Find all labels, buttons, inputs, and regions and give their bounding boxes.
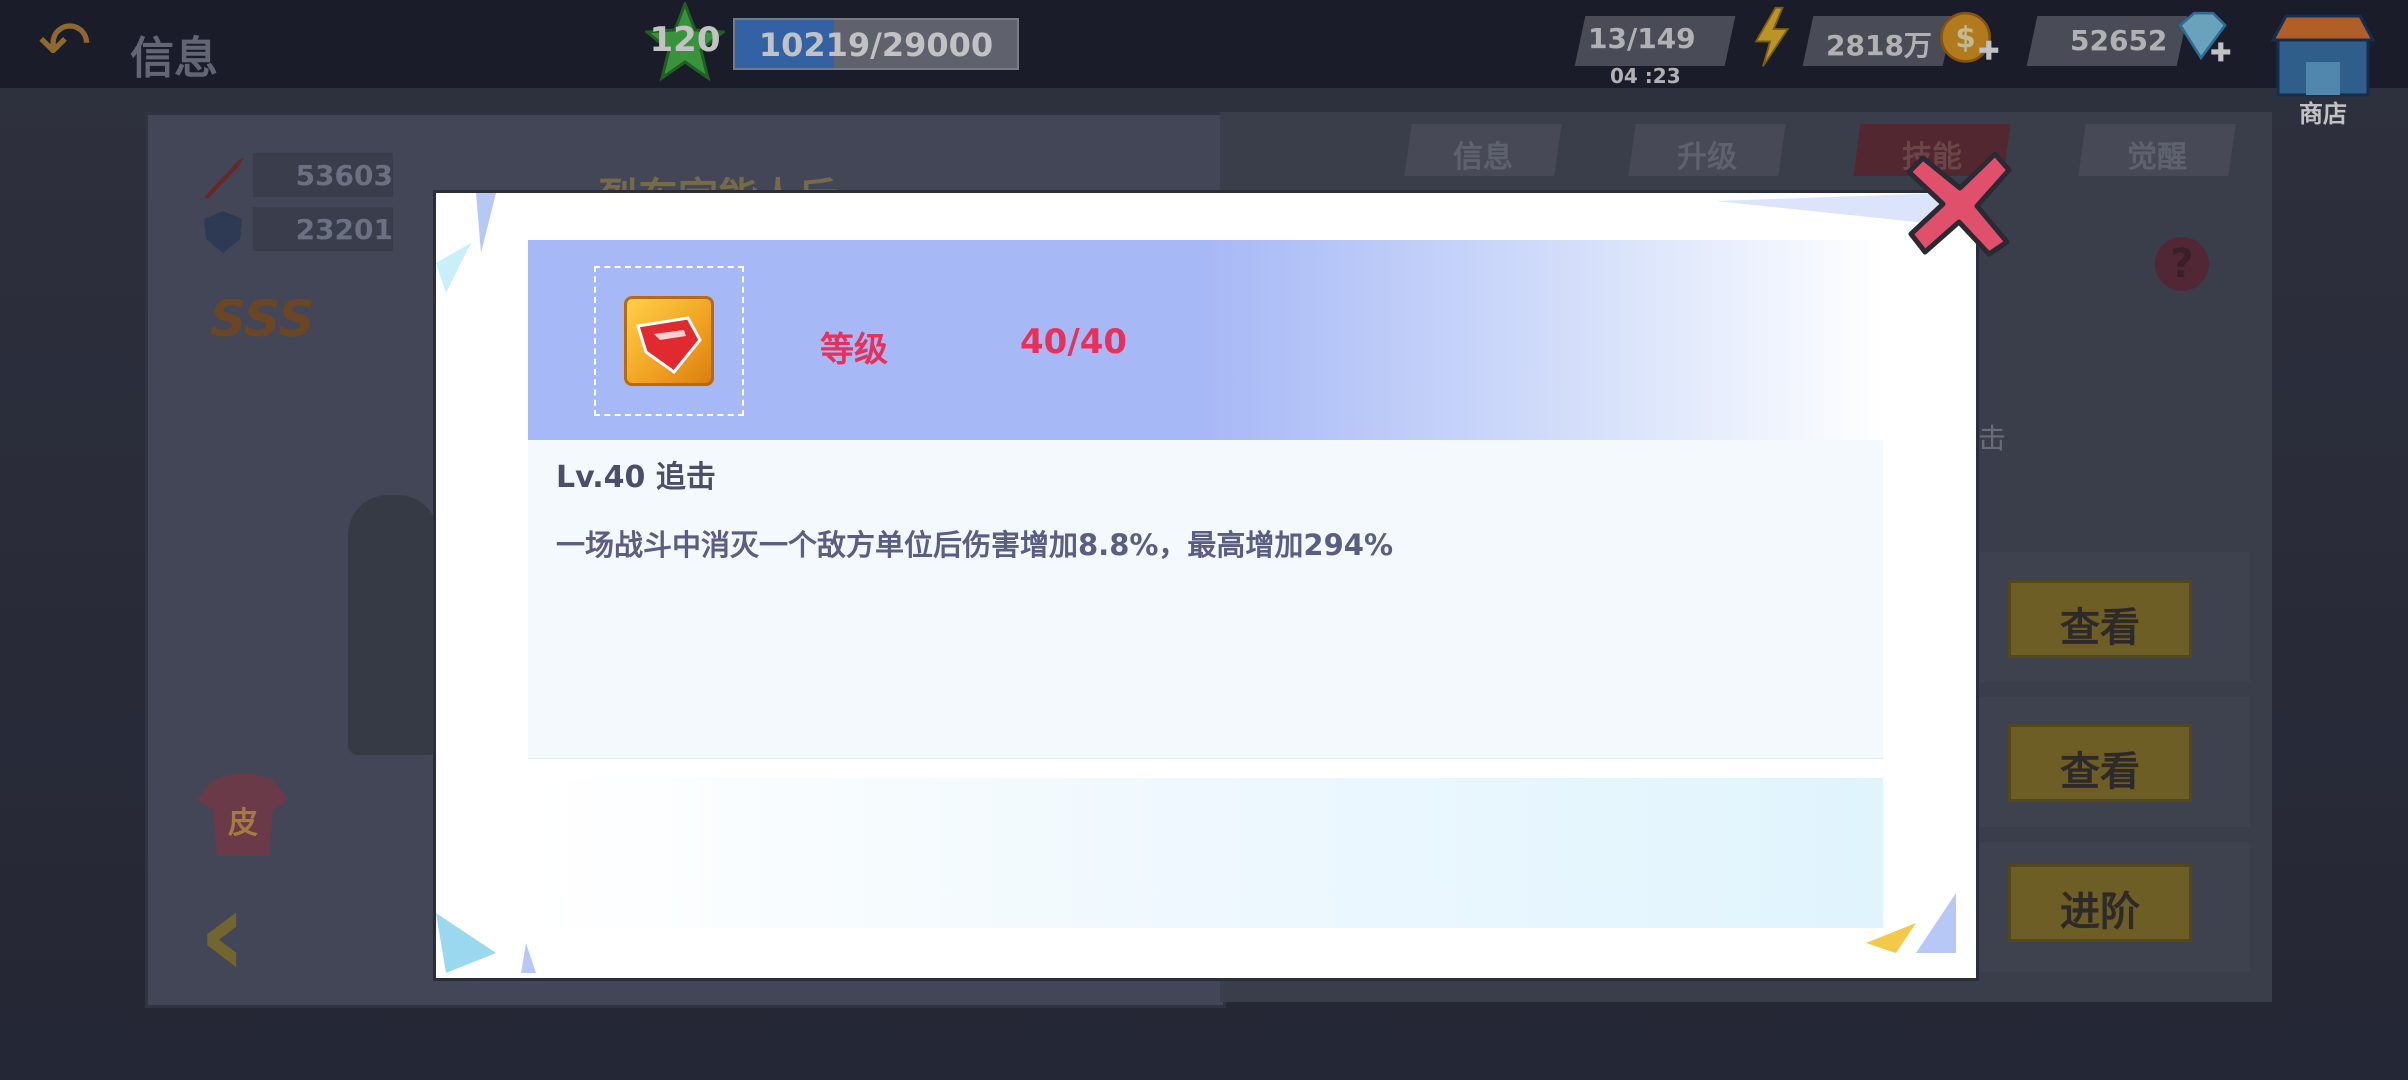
level-value: 40/40: [1020, 322, 1128, 362]
close-button[interactable]: [1905, 150, 2015, 260]
skill-description: 一场战斗中消灭一个敌方单位后伤害增加8.8%，最高增加294%: [556, 528, 1394, 562]
close-x-icon: [1906, 151, 2012, 257]
modal-footer: [528, 778, 1883, 928]
chase-skill-icon: [624, 296, 714, 386]
skill-header: 等级 40/40: [528, 240, 1883, 440]
skill-title: Lv.40 追击: [556, 460, 716, 495]
skill-icon-frame: [594, 266, 744, 416]
skill-detail-modal: 等级 40/40 Lv.40 追击 一场战斗中消灭一个敌方单位后伤害增加8.8%…: [433, 190, 1979, 981]
level-label: 等级: [820, 330, 888, 370]
skill-description-box: Lv.40 追击 一场战斗中消灭一个敌方单位后伤害增加8.8%，最高增加294%: [528, 440, 1883, 759]
